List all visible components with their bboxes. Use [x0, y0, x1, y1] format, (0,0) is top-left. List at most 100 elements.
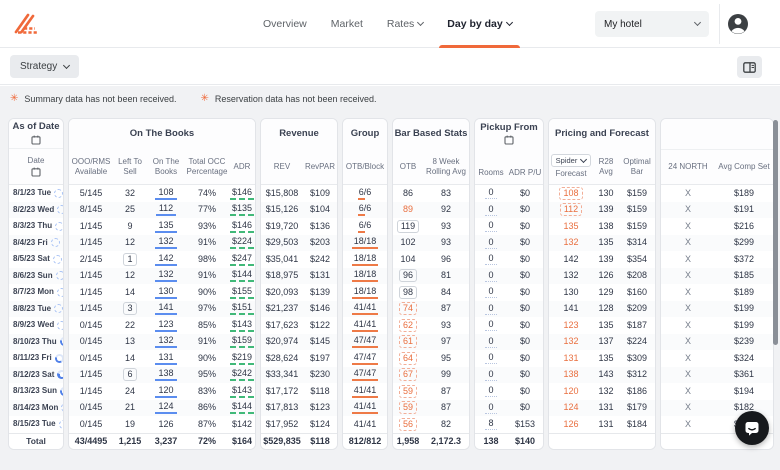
cell-bar: 98 — [393, 284, 423, 301]
on-the-books-card: On The Books OOO/RMS Available Left To S… — [68, 118, 256, 450]
cell-revpar: $242 — [303, 251, 337, 268]
table-row: 1/1451213291%$144 — [69, 268, 255, 285]
cell-north: X — [661, 367, 715, 384]
cell-date[interactable]: 8/13/23 Sun — [9, 383, 63, 400]
date-label: 8/8/23 Tue — [13, 305, 51, 313]
spider-forecast-select[interactable]: Spider — [551, 154, 592, 167]
brand-logo-icon[interactable] — [12, 11, 46, 42]
nav-rates[interactable]: Rates — [387, 0, 423, 48]
cell-spider: 132 — [549, 268, 593, 285]
cell-lts: 6 — [113, 367, 147, 384]
cell-occ: 91% — [185, 268, 229, 285]
columns-icon — [743, 62, 756, 73]
cell-books: 135 — [147, 218, 185, 235]
column-settings-button[interactable] — [737, 56, 762, 78]
cell-rev: $20,093 — [261, 284, 303, 301]
table-row: $20,974$145 — [261, 334, 337, 351]
cell-rev: $21,237 — [261, 301, 303, 318]
cell-r28 — [593, 434, 619, 450]
table-row: 8/2/23 Wed — [9, 202, 63, 219]
cell-date[interactable]: 8/6/23 Sun — [9, 268, 63, 285]
calendar-icon[interactable] — [504, 135, 514, 145]
cell-date[interactable]: 8/9/23 Wed — [9, 317, 63, 334]
cell-bar: 56 — [393, 416, 423, 433]
cell-date[interactable]: 8/4/23 Fri — [9, 235, 63, 252]
cell-date[interactable]: 8/7/23 Mon — [9, 284, 63, 301]
table-row: 0/1452112486%$144 — [69, 400, 255, 417]
data-progress-pending-icon — [61, 403, 64, 412]
cell-date[interactable]: 8/15/23 Tue — [9, 416, 63, 433]
table-total-row: 1,9582,172.3 — [393, 433, 469, 450]
cell-date[interactable]: 8/3/23 Thu — [9, 218, 63, 235]
table-row: 5987 — [393, 383, 469, 400]
strategy-dropdown-button[interactable]: Strategy — [10, 55, 79, 78]
cell-bar: 59 — [393, 400, 423, 417]
cell-occ: 91% — [185, 334, 229, 351]
data-progress-pending-icon — [57, 205, 64, 214]
col-otb-block: OTB/Block — [343, 149, 387, 184]
cell-block: 18/18 — [343, 268, 387, 285]
cell-lts: 24 — [113, 383, 147, 400]
nav-market[interactable]: Market — [331, 0, 363, 48]
calendar-icon[interactable] — [31, 167, 41, 177]
chat-widget-button[interactable] — [735, 411, 769, 445]
cell-date[interactable]: 8/11/23 Fri — [9, 350, 63, 367]
cell-spider — [549, 434, 593, 450]
col-adr: ADR — [229, 149, 255, 184]
date-label: 8/5/23 Sat — [13, 255, 50, 263]
cell-date[interactable]: 8/8/23 Tue — [9, 301, 63, 318]
vertical-scrollbar-thumb[interactable] — [773, 120, 778, 345]
table-row: X$299 — [661, 235, 773, 252]
cell-books: 138 — [147, 367, 185, 384]
table-row: 0/1451313291%$159 — [69, 334, 255, 351]
cell-date[interactable]: 8/10/23 Thu — [9, 334, 63, 351]
cell-comp: $191 — [715, 202, 773, 219]
cell-lts: 1 — [113, 251, 147, 268]
date-label: 8/10/23 Thu — [13, 338, 57, 346]
cell-occ: 93% — [185, 218, 229, 235]
table-row: $15,126$104 — [261, 202, 337, 219]
col-total-occ: Total OCC Percentage — [185, 149, 229, 184]
table-row: 1/1451413090%$155 — [69, 284, 255, 301]
cell-wk8: 96 — [423, 251, 469, 268]
user-avatar[interactable] — [727, 13, 749, 35]
calendar-icon[interactable] — [31, 135, 41, 145]
cell-rooms: 0 — [475, 185, 507, 202]
table-row: 5987 — [393, 400, 469, 417]
cell-north: X — [661, 334, 715, 351]
cell-adr_pu: $0 — [507, 383, 543, 400]
cell-optimal: $184 — [619, 416, 655, 433]
cell-lts: 21 — [113, 400, 147, 417]
cell-comp: $372 — [715, 251, 773, 268]
cell-date[interactable]: 8/14/23 Mon — [9, 400, 63, 417]
cell-revpar: $136 — [303, 218, 337, 235]
nav-day-by-day[interactable]: Day by day — [447, 0, 511, 48]
cell-ooo: 1/145 — [69, 218, 113, 235]
cell-block: 18/18 — [343, 284, 387, 301]
cell-optimal: $187 — [619, 317, 655, 334]
table-row: 0$0 — [475, 367, 543, 384]
cell-rooms: 0 — [475, 284, 507, 301]
table-row: 9884 — [393, 284, 469, 301]
table-row: X$185 — [661, 268, 773, 285]
nav-overview[interactable]: Overview — [263, 0, 307, 48]
cell-occ: 74% — [185, 185, 229, 202]
cell-adr_pu: $0 — [507, 350, 543, 367]
group-group-label: Group — [351, 129, 380, 139]
cell-date[interactable]: 8/5/23 Sat — [9, 251, 63, 268]
as-of-date-label: As of Date — [13, 122, 60, 132]
table-row: $17,172$118 — [261, 383, 337, 400]
hotel-select[interactable]: My hotel — [595, 11, 709, 37]
hotel-select-value: My hotel — [604, 19, 642, 30]
cell-date[interactable]: 8/2/23 Wed — [9, 202, 63, 219]
cell-lts: 12 — [113, 235, 147, 252]
cell-date[interactable]: 8/12/23 Sat — [9, 367, 63, 384]
table-row: $33,341$230 — [261, 367, 337, 384]
table-row: 1/145613895%$242 — [69, 367, 255, 384]
group-bar-based-stats-label: Bar Based Stats — [395, 129, 468, 139]
table-row: 6/6 — [343, 185, 387, 202]
cell-date[interactable]: 8/1/23 Tue — [9, 185, 63, 202]
table-row: 0$0 — [475, 218, 543, 235]
summary-alert-text: Summary data has not been received. — [24, 94, 176, 104]
table-row: 6799 — [393, 367, 469, 384]
